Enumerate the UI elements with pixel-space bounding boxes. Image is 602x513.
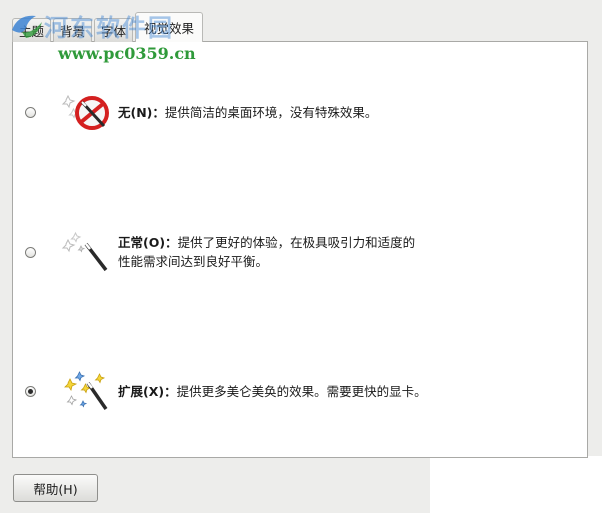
option-extended-title: 扩展(X)： [118, 383, 177, 399]
option-normal-description-line2: 性能需求间达到良好平衡。 [118, 254, 269, 269]
watermark-logo-icon [12, 15, 42, 38]
help-button[interactable]: 帮助(H) [13, 474, 98, 502]
corner-blank-area [430, 456, 602, 513]
visual-effects-panel: 无(N)：提供简洁的桌面环境，没有特殊效果。 正常(O)：提供了更好的体验，在极… [12, 41, 588, 458]
watermark-url: www.pc0359.cn [58, 44, 196, 63]
option-extended[interactable]: 扩展(X)：提供更多美仑美奂的效果。需要更快的显卡。 [25, 369, 585, 413]
option-normal-title: 正常(O)： [118, 235, 178, 250]
option-normal-description-line1: 提供了更好的体验，在极具吸引力和适度的 [177, 235, 416, 250]
sparkle-wand-icon [64, 371, 108, 410]
option-extended-text: 扩展(X)：提供更多美仑美奂的效果。需要更快的显卡。 [118, 382, 427, 401]
radio-extended[interactable] [25, 385, 36, 397]
no-effects-icon [61, 94, 109, 130]
option-none-text: 无(N)：提供简洁的桌面环境，没有特殊效果。 [118, 103, 377, 122]
option-normal-text: 正常(O)：提供了更好的体验，在极具吸引力和适度的性能需求间达到良好平衡。 [118, 233, 415, 271]
option-none[interactable]: 无(N)：提供简洁的桌面环境，没有特殊效果。 [25, 90, 585, 134]
option-extended-description: 提供更多美仑美奂的效果。需要更快的显卡。 [176, 383, 427, 399]
radio-none[interactable] [25, 106, 36, 118]
magic-wand-icon [61, 231, 108, 272]
radio-normal[interactable] [25, 246, 36, 258]
watermark-title: 河东软件园 [44, 14, 174, 42]
option-none-description: 提供简洁的桌面环境，没有特殊效果。 [164, 104, 378, 120]
option-none-title: 无(N)： [118, 104, 165, 120]
option-normal[interactable]: 正常(O)：提供了更好的体验，在极具吸引力和适度的性能需求间达到良好平衡。 [25, 230, 585, 274]
